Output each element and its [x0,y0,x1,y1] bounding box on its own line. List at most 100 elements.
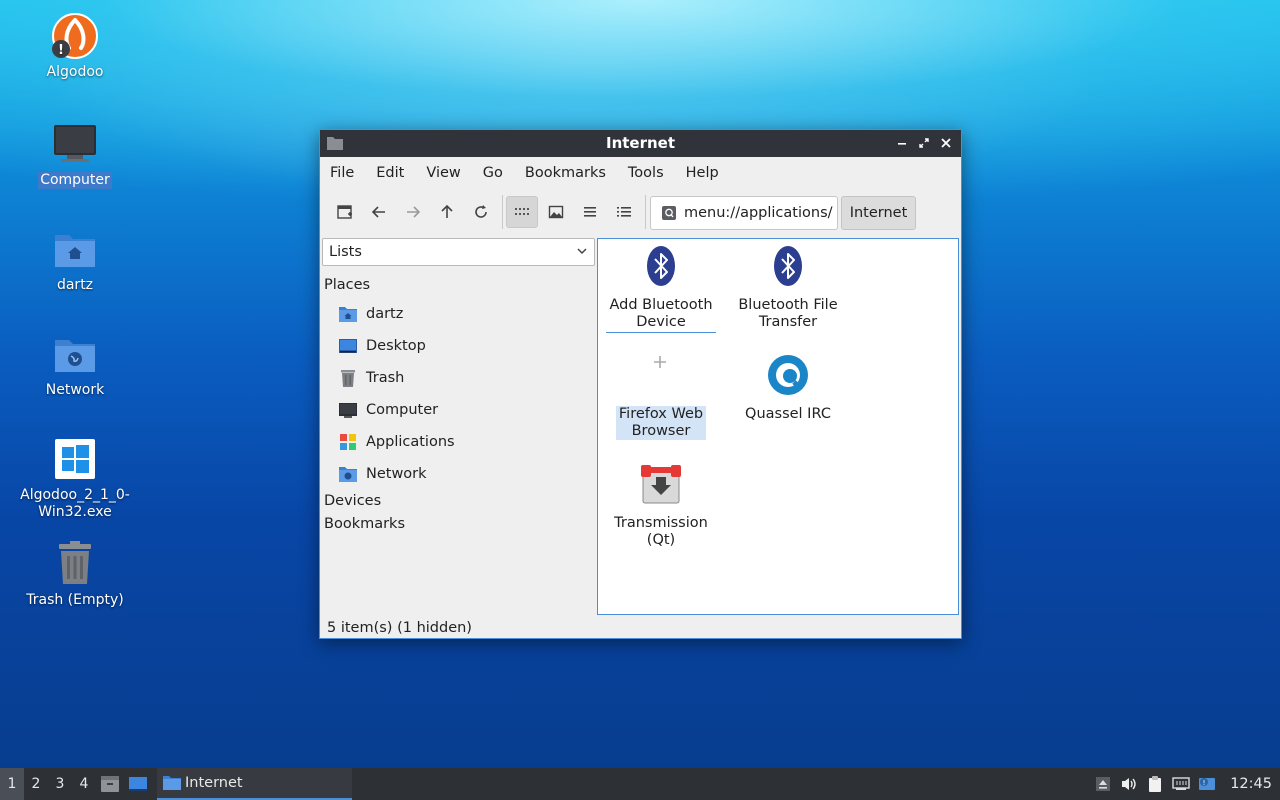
minimize-button[interactable] [893,133,911,153]
svg-text:!: ! [1203,779,1206,787]
sidebar-item-label: Network [366,466,427,482]
eject-icon[interactable] [1090,768,1116,800]
sidebar-item-label: Trash [366,370,405,386]
new-tab-button[interactable] [329,196,361,228]
computer-icon [51,120,99,168]
desktop-icon-home[interactable]: dartz [15,225,135,294]
app-add-bluetooth-device[interactable]: Add Bluetooth Device [606,245,716,333]
algodoo-icon: ! [51,12,99,60]
sidebar-item-label: dartz [366,306,404,322]
icon-view[interactable]: Add Bluetooth Device Bluetooth File Tran… [597,238,959,615]
desktop-icon-network[interactable]: Network [15,330,135,399]
window-title: Internet [605,134,676,152]
volume-icon[interactable] [1116,768,1142,800]
menu-bar: File Edit View Go Bookmarks Tools Help [320,157,961,188]
toolbar-separator [502,195,503,229]
sidebar-item-label: Computer [366,402,439,418]
home-folder-icon [51,225,99,273]
back-arrow-icon[interactable] [363,196,395,228]
menu-go[interactable]: Go [476,165,510,181]
close-button[interactable] [937,133,955,153]
thumbnail-view-button[interactable] [540,196,572,228]
status-bar-text: 5 item(s) (1 hidden) [327,620,472,636]
side-pane-mode-value: Lists [329,244,362,260]
computer-icon [338,400,358,420]
app-transmission-qt[interactable]: Transmission (Qt) [606,463,716,549]
workspace-1-button[interactable]: 1 [0,768,24,800]
missing-image-placeholder-icon [640,354,682,396]
bluetooth-icon [767,245,809,287]
menu-bookmarks[interactable]: Bookmarks [518,165,613,181]
applications-icon [338,432,358,452]
sidebar-item-network[interactable]: Network [338,462,427,486]
title-bar[interactable]: Internet [320,130,961,157]
toolbar: menu://applications/ Internet [320,188,961,236]
app-firefox-web-browser[interactable]: Firefox Web Browser [606,354,716,440]
places-heading[interactable]: Places [324,277,370,293]
workspace-4-button[interactable]: 4 [72,768,96,800]
app-label: Firefox Web Browser [615,406,707,440]
quassel-icon [767,354,809,396]
sidebar-item-desktop[interactable]: Desktop [338,334,426,358]
desktop-icon-label: Algodoo_2_1_0-Win32.exe [20,487,130,520]
location-bar[interactable]: menu://applications/ [650,196,838,230]
workspace-2-button[interactable]: 2 [24,768,48,800]
trash-icon [338,368,358,388]
forward-arrow-icon[interactable] [397,196,429,228]
home-folder-icon [338,304,358,324]
desktop-icon-label: Trash (Empty) [26,592,124,608]
menu-view[interactable]: View [419,165,467,181]
sidebar-item-computer[interactable]: Computer [338,398,438,422]
icon-view-button[interactable] [506,196,538,228]
file-manager-window: Internet File Edit View Go Bookmarks Too… [319,129,962,639]
desktop-icon-label: Computer [38,172,112,189]
up-arrow-icon[interactable] [431,196,463,228]
location-search-icon [661,205,677,221]
app-label: Quassel IRC [745,406,831,422]
svg-text:!: ! [58,43,64,58]
app-label: Transmission (Qt) [614,515,708,548]
maximize-button[interactable] [915,133,933,153]
network-status-icon[interactable] [1168,768,1194,800]
taskbar-task-internet[interactable]: Internet [157,768,352,800]
update-notification-icon[interactable]: ! [1194,768,1220,800]
app-quassel-irc[interactable]: Quassel IRC [733,354,843,423]
devices-heading[interactable]: Devices [324,493,381,509]
show-desktop-icon[interactable] [124,768,152,800]
bluetooth-icon [640,245,682,287]
app-bluetooth-file-transfer[interactable]: Bluetooth File Transfer [733,245,843,331]
system-tray: ! 12:45 [1090,768,1280,800]
clock[interactable]: 12:45 [1220,776,1280,792]
desktop-icon-label: Algodoo [46,64,104,80]
compact-view-button[interactable] [574,196,606,228]
sidebar-item-trash[interactable]: Trash [338,366,404,390]
taskbar: 1 2 3 4 Internet ! 12:45 [0,768,1280,800]
sidebar-item-applications[interactable]: Applications [338,430,455,454]
chevron-down-icon [576,245,588,261]
sidebar-item-label: Applications [366,434,455,450]
side-pane-mode-select[interactable]: Lists [322,238,595,266]
detailed-list-view-button[interactable] [608,196,640,228]
bookmarks-heading[interactable]: Bookmarks [324,516,405,532]
clipboard-icon[interactable] [1142,768,1168,800]
menu-tools[interactable]: Tools [621,165,671,181]
network-folder-icon [338,464,358,484]
desktop-icon-trash[interactable]: Trash (Empty) [15,540,135,609]
menu-file[interactable]: File [323,165,361,181]
desktop-icon-algodoo[interactable]: ! Algodoo [15,12,135,81]
file-manager-launcher-icon[interactable] [96,768,124,800]
reload-icon[interactable] [465,196,497,228]
breadcrumb-internet[interactable]: Internet [841,196,916,230]
desktop-icon-computer[interactable]: Computer [15,120,135,189]
side-pane: Lists Places dartz Desktop Trash Compute… [321,238,595,610]
location-path: menu://applications/ [684,205,833,221]
network-folder-icon [51,330,99,378]
sidebar-item-dartz[interactable]: dartz [338,302,403,326]
menu-help[interactable]: Help [679,165,726,181]
folder-icon [163,775,181,791]
menu-edit[interactable]: Edit [369,165,411,181]
workspace-3-button[interactable]: 3 [48,768,72,800]
app-label: Bluetooth File Transfer [738,297,838,330]
toolbar-separator [645,195,646,229]
desktop-icon-installer[interactable]: Algodoo_2_1_0-Win32.exe [15,435,135,521]
